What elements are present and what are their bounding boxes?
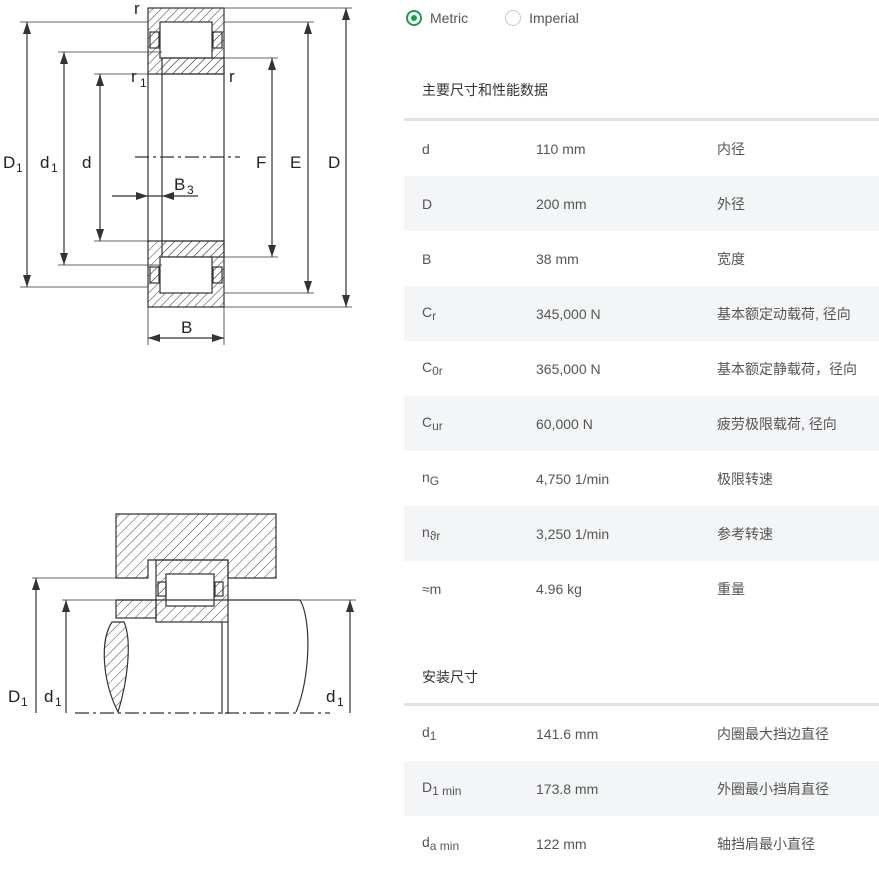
main-dimensions-table: d 110 mm 内径 D 200 mm 外径 B 38 mm 宽度 Cr 345,000 N 基本额… [404, 121, 879, 616]
table-row: nG 4,750 1/min 极限转速 [404, 451, 879, 506]
spec-symbol: D [422, 195, 433, 212]
spec-value: 200 mm [536, 195, 587, 212]
spec-description: 参考转速 [717, 525, 773, 542]
spec-value: 60,000 N [536, 415, 593, 432]
spec-value: 141.6 mm [536, 725, 599, 742]
label-D: D [328, 153, 340, 172]
table-row: D 200 mm 外径 [404, 176, 879, 231]
imperial-label: Imperial [529, 10, 579, 26]
spec-symbol: ≈m [422, 580, 442, 597]
spec-description: 重量 [717, 580, 745, 597]
bearing-drawings: r r 1 r D 1 d 1 d B 3 F E D B D 1 d 1 d … [0, 0, 400, 854]
bearing-section-drawing: r r 1 r D 1 d 1 d B 3 F E D B [3, 0, 352, 345]
spec-value: 3,250 1/min [536, 525, 610, 542]
spec-symbol: nG [422, 469, 440, 488]
label-r-top: r [134, 0, 140, 18]
spec-symbol: D1 min [422, 779, 462, 798]
spec-description: 外圈最小挡肩直径 [717, 780, 829, 797]
table-row: ≈m 4.96 kg 重量 [404, 561, 879, 616]
svg-text:1: 1 [51, 161, 58, 175]
spec-description: 内径 [717, 140, 745, 157]
svg-text:3: 3 [187, 183, 194, 197]
spec-value: 345,000 N [536, 305, 601, 322]
table-row: Cr 345,000 N 基本额定动载荷, 径向 [404, 286, 879, 341]
spec-symbol: Cr [422, 304, 437, 323]
spec-value: 110 mm [536, 140, 586, 157]
spec-symbol: d [422, 140, 430, 157]
table-row: d 110 mm 内径 [404, 121, 879, 176]
label-E: E [290, 153, 301, 172]
metric-radio[interactable]: Metric [406, 10, 468, 26]
svg-text:1: 1 [55, 695, 62, 709]
spec-description: 外径 [717, 195, 745, 212]
spec-description: 基本额定静载荷，径向 [717, 360, 857, 377]
svg-text:1: 1 [140, 76, 147, 90]
spec-value: 4.96 kg [536, 580, 582, 597]
label-mount-D1: D [8, 687, 20, 706]
spec-symbol: B [422, 250, 432, 267]
spec-value: 173.8 mm [536, 780, 599, 797]
spec-symbol: Cur [422, 414, 443, 433]
mounting-drawing: D 1 d 1 d 1 [8, 513, 356, 714]
unit-toggle: Metric Imperial [404, 7, 579, 29]
label-D1: D [3, 153, 15, 172]
mounting-dimensions-table: d1 141.6 mm 内圈最大挡边直径 D1 min 173.8 mm 外圈最小挡肩直径… [404, 706, 879, 871]
spec-description: 疲劳极限载荷, 径向 [717, 415, 837, 432]
label-B: B [181, 318, 192, 337]
radio-selected-icon [406, 10, 422, 26]
label-F: F [256, 153, 266, 172]
section-title-main: 主要尺寸和性能数据 [422, 82, 548, 98]
spec-symbol: C0r [422, 359, 443, 378]
label-d: d [82, 153, 91, 172]
imperial-radio[interactable]: Imperial [505, 10, 579, 26]
spec-description: 宽度 [717, 250, 745, 267]
spec-description: 内圈最大挡边直径 [717, 725, 829, 742]
spec-description: 轴挡肩最小直径 [717, 835, 815, 852]
spec-description: 基本额定动载荷, 径向 [717, 305, 851, 322]
label-r-right: r [229, 67, 235, 86]
spec-symbol: d1 [422, 724, 437, 743]
table-row: B 38 mm 宽度 [404, 231, 879, 286]
table-row: da min 122 mm 轴挡肩最小直径 [404, 816, 879, 871]
label-r1: r [131, 67, 137, 86]
spec-value: 38 mm [536, 250, 579, 267]
spec-description: 极限转速 [717, 470, 773, 487]
spec-symbol: da min [422, 834, 460, 853]
spec-value: 122 mm [536, 835, 587, 852]
section-title-mounting: 安装尺寸 [422, 669, 478, 685]
label-d1: d [40, 153, 49, 172]
spec-value: 4,750 1/min [536, 470, 610, 487]
specs-panel: Metric Imperial 主要尺寸和性能数据 d 110 mm 内径 D 200 … [404, 0, 879, 854]
radio-unselected-icon [505, 10, 522, 26]
svg-text:1: 1 [337, 695, 344, 709]
table-row: C0r 365,000 N 基本额定静载荷，径向 [404, 341, 879, 396]
table-row: D1 min 173.8 mm 外圈最小挡肩直径 [404, 761, 879, 816]
svg-text:1: 1 [21, 695, 28, 709]
svg-text:1: 1 [16, 161, 23, 175]
label-B3: B [174, 175, 185, 194]
spec-value: 365,000 N [536, 360, 601, 377]
label-mount-d1-right: d [326, 687, 335, 706]
table-row: nϑr 3,250 1/min 参考转速 [404, 506, 879, 561]
metric-label: Metric [430, 10, 469, 26]
label-mount-d1-left: d [44, 687, 53, 706]
spec-symbol: nϑr [422, 524, 441, 543]
table-row: d1 141.6 mm 内圈最大挡边直径 [404, 706, 879, 761]
table-row: Cur 60,000 N 疲劳极限载荷, 径向 [404, 396, 879, 451]
